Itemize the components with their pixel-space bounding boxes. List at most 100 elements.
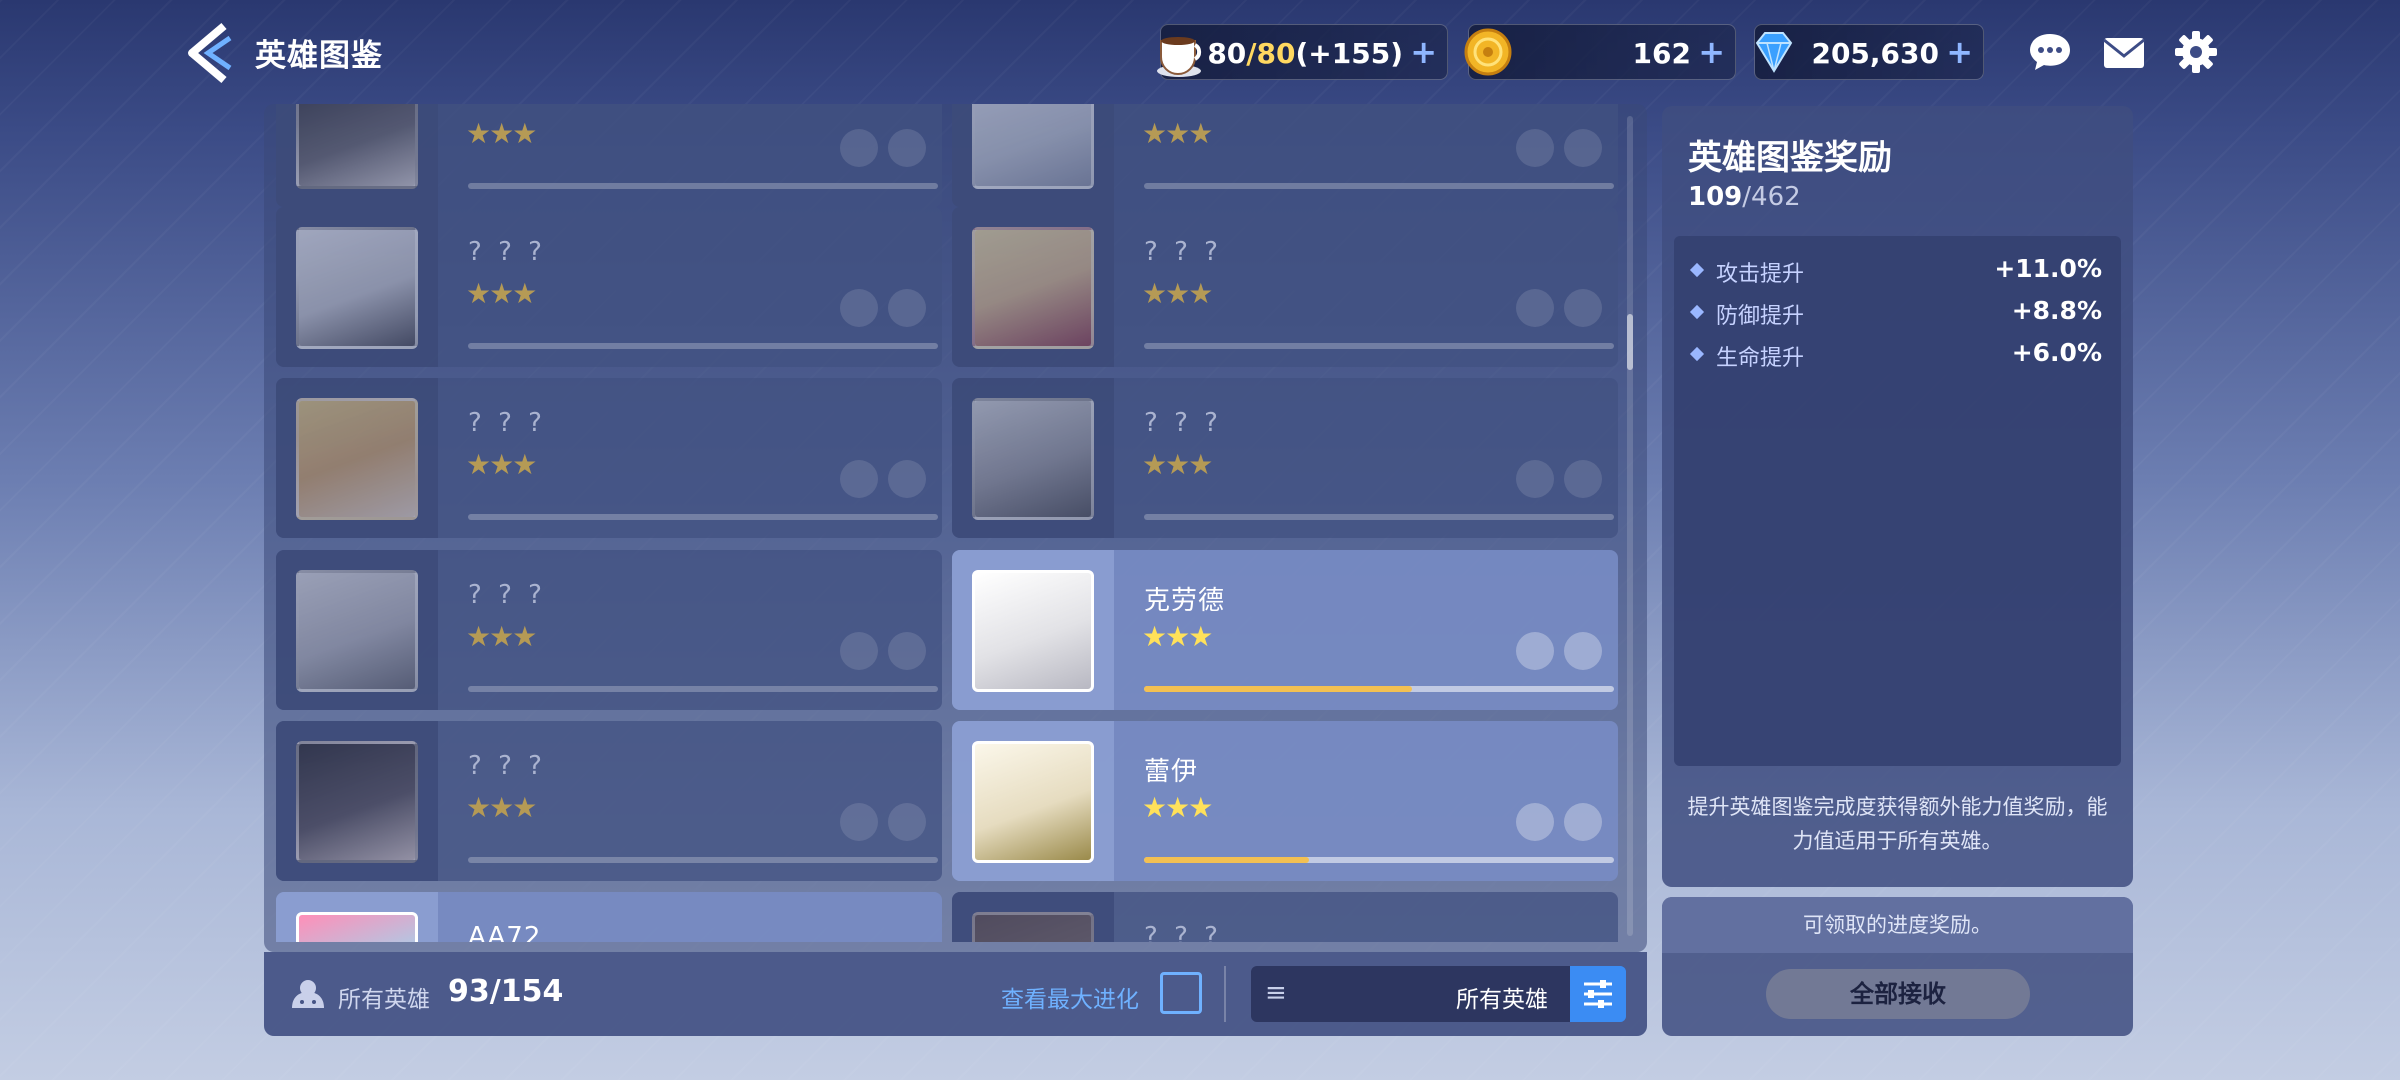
hero-card[interactable]: ? ? ? ★★★ bbox=[952, 207, 1618, 367]
sword-class-icon bbox=[840, 289, 878, 327]
hero-group-icon bbox=[292, 980, 324, 1008]
hero-progress-bar bbox=[1144, 857, 1614, 863]
shield-class-icon bbox=[840, 803, 878, 841]
hero-portrait bbox=[972, 912, 1094, 942]
stat-bonus-list: 攻击提升 +11.0% 防御提升 +8.8% 生命提升 +6.0% bbox=[1674, 236, 2121, 766]
hero-stars: ★★★ bbox=[466, 117, 537, 150]
hero-card[interactable]: ? ? ? ★★★ bbox=[952, 104, 1618, 207]
hero-name: 克劳德 bbox=[1144, 586, 1226, 616]
hero-card[interactable]: 蕾伊 ★★★ bbox=[952, 721, 1618, 881]
hero-name: 蕾伊 bbox=[1144, 757, 1199, 787]
claimable-rewards-text: 可领取的进度奖励。 bbox=[1662, 897, 2133, 953]
earth-element-icon bbox=[1564, 460, 1602, 498]
codex-progress: 109/462 bbox=[1688, 182, 1801, 212]
stamina-cap: /80 bbox=[1246, 37, 1296, 70]
water-element-icon bbox=[888, 129, 926, 167]
stat-row-defense: 防御提升 +8.8% bbox=[1689, 296, 2102, 329]
water-element-icon bbox=[888, 803, 926, 841]
hero-card[interactable]: ? ? ? bbox=[952, 892, 1618, 942]
hero-name: ? ? ? bbox=[1144, 408, 1222, 438]
hero-name: ? ? ? bbox=[468, 104, 546, 107]
hero-name: AA72 bbox=[468, 922, 542, 942]
stamina-counter: 80/80(+155) + bbox=[1157, 24, 1448, 80]
stat-label: 攻击提升 bbox=[1716, 262, 1805, 287]
hero-stars: ★★★ bbox=[1142, 620, 1213, 653]
fire-element-icon bbox=[1564, 803, 1602, 841]
hero-list-panel: ? ? ? ★★★ ? ? ? ★★★ ? ? ? ★★★ bbox=[264, 104, 1647, 952]
back-arrow-icon[interactable] bbox=[184, 22, 236, 84]
hero-portrait bbox=[296, 398, 418, 520]
hero-card[interactable]: ? ? ? ★★★ bbox=[276, 104, 942, 207]
sword-class-icon bbox=[1516, 460, 1554, 498]
hero-stars: ★★★ bbox=[466, 620, 537, 653]
mail-icon[interactable] bbox=[2102, 30, 2146, 74]
filter-settings-icon[interactable] bbox=[1570, 966, 1626, 1022]
settings-gear-icon[interactable] bbox=[2174, 30, 2218, 74]
hero-name: ? ? ? bbox=[468, 580, 546, 610]
hero-card[interactable]: AA72 bbox=[276, 892, 942, 942]
stamina-current: 80 bbox=[1207, 37, 1247, 70]
hero-progress-bar bbox=[468, 857, 938, 863]
hero-portrait bbox=[972, 227, 1094, 349]
coffee-cup-icon bbox=[1157, 37, 1202, 77]
moon-element-icon bbox=[1564, 632, 1602, 670]
max-evolution-checkbox[interactable] bbox=[1160, 972, 1202, 1014]
codex-progress-current: 109 bbox=[1688, 182, 1743, 212]
hero-filter-dropdown[interactable]: ≡ 所有英雄 bbox=[1251, 966, 1626, 1022]
page-title: 英雄图鉴 bbox=[255, 38, 383, 74]
add-stamina-button[interactable]: + bbox=[1410, 33, 1437, 71]
hero-name: ? ? ? bbox=[468, 751, 546, 781]
hero-progress-bar bbox=[1144, 686, 1614, 692]
chat-icon[interactable] bbox=[2028, 30, 2072, 74]
stat-value: +11.0% bbox=[1994, 254, 2102, 283]
hero-stars: ★★★ bbox=[466, 791, 537, 824]
bow-class-icon bbox=[1516, 632, 1554, 670]
stat-value: +8.8% bbox=[2011, 296, 2102, 325]
diamond-bullet-icon bbox=[1689, 304, 1705, 320]
gem-value: 205,630 bbox=[1811, 37, 1939, 70]
claim-rewards-panel: 可领取的进度奖励。 全部接收 bbox=[1662, 897, 2133, 1036]
list-footer: 所有英雄 93/154 查看最大进化 ≡ 所有英雄 bbox=[264, 952, 1647, 1036]
hero-card[interactable]: 克劳德 ★★★ bbox=[952, 550, 1618, 710]
hero-name: ? ? ? bbox=[468, 237, 546, 267]
claim-all-button[interactable]: 全部接收 bbox=[1766, 969, 2030, 1019]
gear-element-icon bbox=[1564, 289, 1602, 327]
hero-card[interactable]: ? ? ? ★★★ bbox=[276, 721, 942, 881]
sort-menu-icon[interactable]: ≡ bbox=[1265, 978, 1287, 1008]
water-element-icon bbox=[888, 289, 926, 327]
filter-selected-label: 所有英雄 bbox=[1456, 987, 1548, 1013]
hero-name: ? ? ? bbox=[1144, 104, 1222, 107]
hero-portrait bbox=[972, 741, 1094, 863]
sword-class-icon bbox=[1516, 289, 1554, 327]
hero-portrait bbox=[972, 570, 1094, 692]
stat-row-hp: 生命提升 +6.0% bbox=[1689, 338, 2102, 371]
hero-portrait bbox=[296, 570, 418, 692]
codex-progress-total: /462 bbox=[1742, 182, 1801, 212]
hero-card[interactable]: ? ? ? ★★★ bbox=[276, 378, 942, 538]
diamond-gem-icon bbox=[1755, 32, 1793, 73]
sword-class-icon bbox=[1516, 129, 1554, 167]
hero-card[interactable]: ? ? ? ★★★ bbox=[276, 207, 942, 367]
hero-stars: ★★★ bbox=[1142, 448, 1213, 481]
stat-row-attack: 攻击提升 +11.0% bbox=[1689, 254, 2102, 287]
hero-progress-bar bbox=[1144, 514, 1614, 520]
list-scrollbar[interactable] bbox=[1627, 116, 1633, 936]
hero-stars: ★★★ bbox=[466, 277, 537, 310]
hero-stars: ★★★ bbox=[1142, 117, 1213, 150]
diamond-bullet-icon bbox=[1689, 262, 1705, 278]
stat-label: 生命提升 bbox=[1716, 346, 1805, 371]
reward-panel-title: 英雄图鉴奖励 bbox=[1688, 138, 1892, 178]
add-gold-button[interactable]: + bbox=[1698, 33, 1725, 71]
hero-progress-bar bbox=[1144, 183, 1614, 189]
gem-counter: 205,630 + bbox=[1754, 24, 1984, 80]
stat-value: +6.0% bbox=[2011, 338, 2102, 367]
gear-element-icon bbox=[888, 632, 926, 670]
add-gems-button[interactable]: + bbox=[1946, 33, 1973, 71]
hero-card[interactable]: ? ? ? ★★★ bbox=[276, 550, 942, 710]
all-heroes-label: 所有英雄 bbox=[338, 987, 430, 1013]
hero-name: ? ? ? bbox=[1144, 237, 1222, 267]
hero-card[interactable]: ? ? ? ★★★ bbox=[952, 378, 1618, 538]
view-max-evolution-label[interactable]: 查看最大进化 bbox=[1001, 980, 1139, 1014]
hero-grid: ? ? ? ★★★ ? ? ? ★★★ ? ? ? ★★★ bbox=[264, 104, 1647, 942]
hero-progress-bar bbox=[468, 686, 938, 692]
